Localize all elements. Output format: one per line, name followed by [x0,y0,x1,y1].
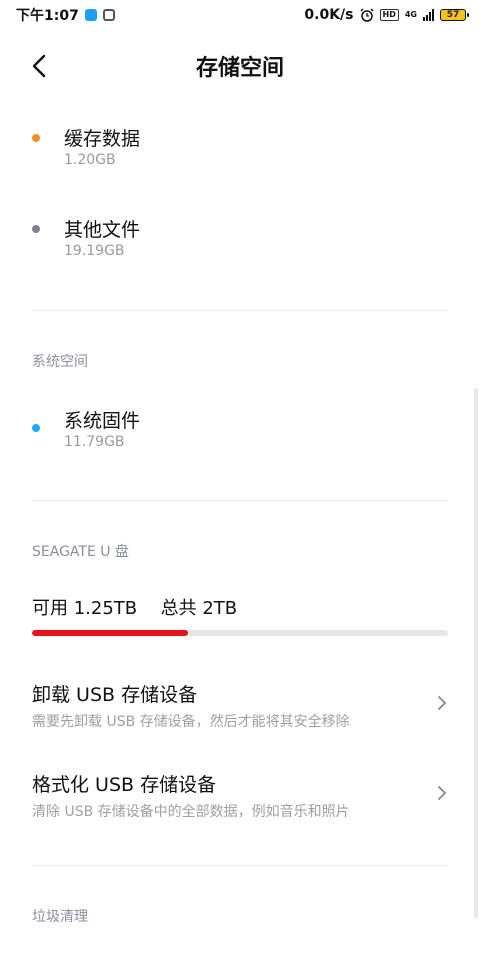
usb-usage-bar [32,630,448,636]
robot-app-icon [102,9,115,21]
page-title: 存储空间 [195,56,284,81]
status-time: 下午1:07 [16,8,79,24]
section-divider [32,865,448,866]
storage-item-size: 19.19GB [64,243,125,259]
junk-section-header: 垃圾清理 [32,909,88,925]
network-type: 4G [404,10,417,19]
usb-usage-fill [32,630,188,636]
hd-icon: HD [379,9,399,21]
storage-item-size: 1.20GB [64,152,116,168]
usb-available: 可用 1.25TB [32,598,138,619]
unmount-usb-subtitle: 需要先卸载 USB 存储设备，然后才能将其安全移除 [32,714,350,730]
usb-total: 总共 2TB [160,598,238,619]
status-bar: 下午1:07 0.0K/s HD 4G 57 [0,0,480,30]
battery-level: 57 [446,10,460,20]
chevron-right-icon [438,786,446,800]
storage-item-firmware[interactable]: 系统固件 11.79GB [32,406,448,466]
chat-app-icon [84,9,97,21]
format-usb-row[interactable]: 格式化 USB 存储设备 清除 USB 存储设备中的全部数据，例如音乐和照片 [32,770,448,830]
storage-item-size: 11.79GB [64,434,125,450]
other-color-dot [32,225,40,233]
battery-icon: 57 [440,9,469,21]
storage-item-label: 其他文件 [64,219,141,241]
storage-item-label: 缓存数据 [64,128,141,150]
chevron-right-icon [438,696,446,710]
format-usb-title: 格式化 USB 存储设备 [32,774,217,796]
status-right: 0.0K/s HD 4G 57 [304,7,469,23]
scrollbar[interactable] [474,388,478,918]
usb-usage-summary: 可用 1.25TB 总共 2TB [32,594,237,620]
system-section-header: 系统空间 [32,354,88,370]
alarm-icon [359,8,374,22]
format-usb-subtitle: 清除 USB 存储设备中的全部数据，例如音乐和照片 [32,804,350,820]
storage-item-label: 系统固件 [64,410,141,432]
cache-color-dot [32,134,40,142]
status-left: 下午1:07 [16,5,115,25]
section-divider [32,500,448,501]
unmount-usb-title: 卸载 USB 存储设备 [32,684,198,706]
unmount-usb-row[interactable]: 卸载 USB 存储设备 需要先卸载 USB 存储设备，然后才能将其安全移除 [32,680,448,740]
firmware-color-dot [32,424,40,432]
app-header: 存储空间 [0,36,480,96]
signal-icon [423,9,434,21]
usb-section-header: SEAGATE U 盘 [32,544,129,560]
section-divider [32,310,448,311]
storage-item-cache[interactable]: 缓存数据 1.20GB [32,124,448,184]
storage-item-other[interactable]: 其他文件 19.19GB [32,215,448,275]
network-speed: 0.0K/s [304,7,354,23]
